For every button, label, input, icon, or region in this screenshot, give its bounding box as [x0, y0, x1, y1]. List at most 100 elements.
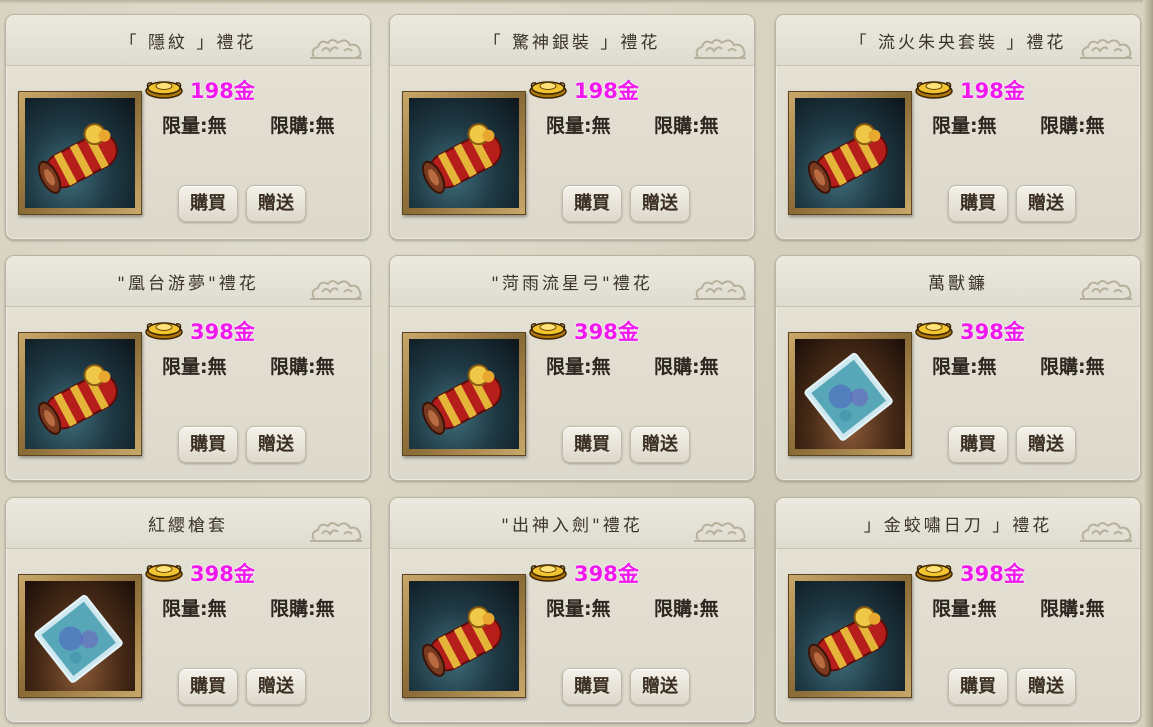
gift-button[interactable]: 贈送	[630, 185, 690, 222]
limit-purchase: 限購:無	[270, 356, 335, 378]
card-header: "凰台游夢"禮花	[6, 256, 370, 307]
limit-quantity: 限量:無	[162, 115, 227, 137]
buy-button[interactable]: 購買	[948, 426, 1008, 463]
card-header: "菏雨流星弓"禮花	[390, 256, 754, 307]
item-price: 398金	[960, 320, 1025, 344]
shop-panel: 「 隱紋 」禮花 198金 限量:無 限購:無 購買 贈送 「 驚神銀裝 」禮花…	[0, 0, 1153, 727]
gift-button[interactable]: 贈送	[1016, 668, 1076, 705]
gold-ingot-icon	[529, 81, 567, 99]
card-header: 「 流火朱央套裝 」禮花	[776, 15, 1140, 66]
cloud-ornament-icon	[694, 522, 746, 542]
item-image-frame[interactable]	[788, 91, 912, 215]
gift-button[interactable]: 贈送	[630, 426, 690, 463]
manual-book-image	[25, 581, 135, 691]
item-price: 398金	[574, 562, 639, 586]
shop-item-card[interactable]: 萬獸鐮 398金 限量:無 限購:無 購買 贈送	[775, 255, 1141, 481]
item-price: 398金	[190, 320, 255, 344]
buy-button[interactable]: 購買	[562, 185, 622, 222]
card-header: 萬獸鐮	[776, 256, 1140, 307]
shop-item-card[interactable]: 」金蛟嘯日刀 」禮花 398金 限量:無 限購:無 購買 贈送	[775, 497, 1141, 723]
item-image-frame[interactable]	[18, 91, 142, 215]
limit-quantity: 限量:無	[546, 115, 611, 137]
gold-ingot-icon	[915, 81, 953, 99]
item-price: 198金	[960, 79, 1025, 103]
item-image-frame[interactable]	[788, 332, 912, 456]
buy-button[interactable]: 購買	[178, 426, 238, 463]
cloud-ornament-icon	[310, 522, 362, 542]
gold-ingot-icon	[915, 322, 953, 340]
gold-ingot-icon	[145, 81, 183, 99]
gold-ingot-icon	[145, 322, 183, 340]
shop-item-card[interactable]: "凰台游夢"禮花 398金 限量:無 限購:無 購買 贈送	[5, 255, 371, 481]
buy-button[interactable]: 購買	[948, 185, 1008, 222]
limit-purchase: 限購:無	[270, 598, 335, 620]
cloud-ornament-icon	[310, 39, 362, 59]
firework-scroll-image	[795, 581, 905, 691]
limit-purchase: 限購:無	[1040, 356, 1105, 378]
shop-item-card[interactable]: 紅纓槍套 398金 限量:無 限購:無 購買 贈送	[5, 497, 371, 723]
gift-button[interactable]: 贈送	[1016, 426, 1076, 463]
shop-item-card[interactable]: 「 驚神銀裝 」禮花 198金 限量:無 限購:無 購買 贈送	[389, 14, 755, 240]
gift-button[interactable]: 贈送	[246, 185, 306, 222]
gold-ingot-icon	[529, 564, 567, 582]
buy-button[interactable]: 購買	[562, 668, 622, 705]
item-image-frame[interactable]	[402, 332, 526, 456]
item-image-frame[interactable]	[18, 574, 142, 698]
cloud-ornament-icon	[694, 39, 746, 59]
gift-button[interactable]: 贈送	[246, 426, 306, 463]
item-image-frame[interactable]	[18, 332, 142, 456]
limit-quantity: 限量:無	[546, 598, 611, 620]
item-price: 398金	[190, 562, 255, 586]
shop-item-card[interactable]: "出神入劍"禮花 398金 限量:無 限購:無 購買 贈送	[389, 497, 755, 723]
buy-button[interactable]: 購買	[178, 185, 238, 222]
limit-purchase: 限購:無	[654, 356, 719, 378]
buy-button[interactable]: 購買	[562, 426, 622, 463]
card-header: "出神入劍"禮花	[390, 498, 754, 549]
limit-purchase: 限購:無	[1040, 115, 1105, 137]
gift-button[interactable]: 贈送	[1016, 185, 1076, 222]
cloud-ornament-icon	[694, 280, 746, 300]
scrollbar-edge[interactable]	[1143, 0, 1153, 727]
cloud-ornament-icon	[1080, 39, 1132, 59]
gold-ingot-icon	[529, 322, 567, 340]
cloud-ornament-icon	[310, 280, 362, 300]
firework-scroll-image	[795, 98, 905, 208]
limit-purchase: 限購:無	[654, 115, 719, 137]
limit-quantity: 限量:無	[162, 598, 227, 620]
firework-scroll-image	[25, 339, 135, 449]
gift-button[interactable]: 贈送	[630, 668, 690, 705]
item-image-frame[interactable]	[402, 91, 526, 215]
firework-scroll-image	[409, 98, 519, 208]
manual-book-image	[795, 339, 905, 449]
firework-scroll-image	[25, 98, 135, 208]
limit-quantity: 限量:無	[932, 356, 997, 378]
card-header: 紅纓槍套	[6, 498, 370, 549]
item-price: 198金	[190, 79, 255, 103]
item-price: 398金	[960, 562, 1025, 586]
limit-purchase: 限購:無	[270, 115, 335, 137]
shop-item-card[interactable]: 「 隱紋 」禮花 198金 限量:無 限購:無 購買 贈送	[5, 14, 371, 240]
card-header: 「 驚神銀裝 」禮花	[390, 15, 754, 66]
buy-button[interactable]: 購買	[178, 668, 238, 705]
limit-quantity: 限量:無	[932, 598, 997, 620]
firework-scroll-image	[409, 581, 519, 691]
gold-ingot-icon	[145, 564, 183, 582]
gold-ingot-icon	[915, 564, 953, 582]
limit-quantity: 限量:無	[546, 356, 611, 378]
shop-item-card[interactable]: 「 流火朱央套裝 」禮花 198金 限量:無 限購:無 購買 贈送	[775, 14, 1141, 240]
item-price: 198金	[574, 79, 639, 103]
firework-scroll-image	[409, 339, 519, 449]
shop-item-card[interactable]: "菏雨流星弓"禮花 398金 限量:無 限購:無 購買 贈送	[389, 255, 755, 481]
item-price: 398金	[574, 320, 639, 344]
gift-button[interactable]: 贈送	[246, 668, 306, 705]
limit-purchase: 限購:無	[1040, 598, 1105, 620]
limit-quantity: 限量:無	[932, 115, 997, 137]
cloud-ornament-icon	[1080, 522, 1132, 542]
buy-button[interactable]: 購買	[948, 668, 1008, 705]
item-image-frame[interactable]	[788, 574, 912, 698]
item-image-frame[interactable]	[402, 574, 526, 698]
cloud-ornament-icon	[1080, 280, 1132, 300]
limit-quantity: 限量:無	[162, 356, 227, 378]
limit-purchase: 限購:無	[654, 598, 719, 620]
card-header: 」金蛟嘯日刀 」禮花	[776, 498, 1140, 549]
